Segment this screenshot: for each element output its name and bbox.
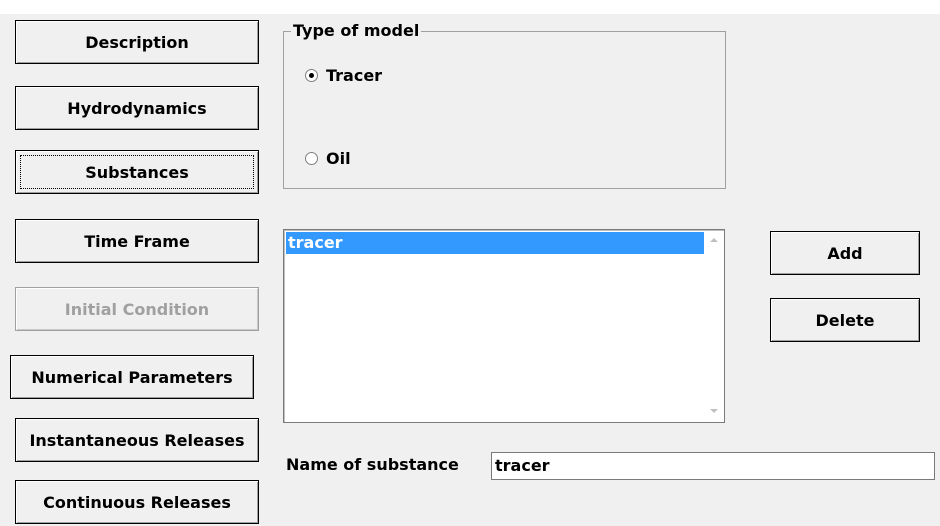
top-strip bbox=[0, 0, 940, 14]
substances-button[interactable]: Substances bbox=[15, 150, 259, 194]
delete-button[interactable]: Delete bbox=[770, 298, 920, 342]
oil-radio-icon[interactable] bbox=[305, 152, 318, 165]
substances-button-label: Substances bbox=[85, 162, 189, 182]
model-type-title: Type of model bbox=[291, 21, 422, 40]
radio-selected-dot bbox=[309, 73, 314, 78]
oil-radio-option[interactable]: Oil bbox=[305, 149, 351, 168]
tracer-radio-icon[interactable] bbox=[305, 69, 318, 82]
tracer-radio-option[interactable]: Tracer bbox=[305, 66, 382, 85]
continuous-releases-button[interactable]: Continuous Releases bbox=[15, 480, 259, 524]
scroll-up-arrow-icon[interactable] bbox=[710, 238, 718, 242]
list-item[interactable]: tracer bbox=[286, 232, 704, 254]
substances-listbox[interactable]: tracer bbox=[283, 229, 725, 423]
numerical-parameters-button[interactable]: Numerical Parameters bbox=[10, 355, 254, 399]
instantaneous-releases-button[interactable]: Instantaneous Releases bbox=[15, 418, 259, 462]
description-button[interactable]: Description bbox=[15, 20, 259, 64]
oil-radio-label[interactable]: Oil bbox=[326, 149, 351, 168]
hydrodynamics-button[interactable]: Hydrodynamics bbox=[15, 86, 259, 130]
name-of-substance-input[interactable]: tracer bbox=[491, 452, 935, 480]
add-button[interactable]: Add bbox=[770, 231, 920, 275]
initial-condition-button: Initial Condition bbox=[15, 287, 259, 331]
scroll-down-arrow-icon[interactable] bbox=[710, 409, 718, 413]
time-frame-button[interactable]: Time Frame bbox=[15, 219, 259, 263]
listbox-scrollbar[interactable] bbox=[705, 231, 723, 421]
tracer-radio-label[interactable]: Tracer bbox=[326, 66, 382, 85]
name-of-substance-label: Name of substance bbox=[286, 455, 459, 474]
